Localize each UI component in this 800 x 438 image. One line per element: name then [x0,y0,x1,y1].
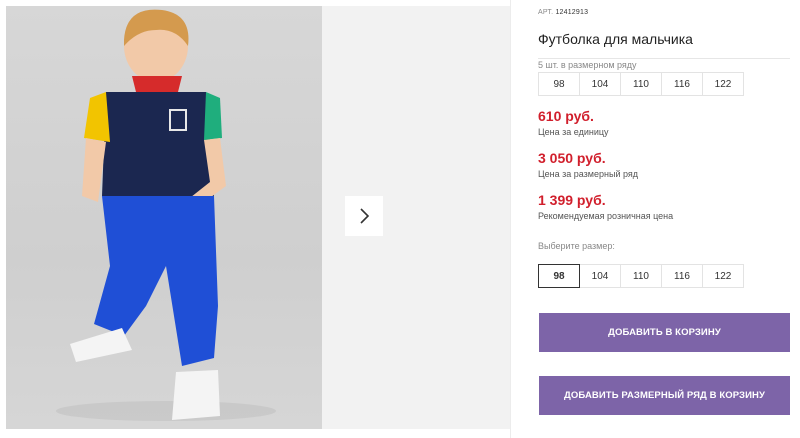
retail-price-note: Рекомендуемая розничная цена [538,211,674,221]
size-set-cell: 116 [661,72,703,96]
size-set-divider [538,58,790,59]
chevron-right-icon [360,208,370,224]
boy-model-image [56,9,276,421]
product-title: Футболка для мальчика [538,31,693,47]
size-selector: 98 104 110 116 122 [538,264,744,288]
size-set-label: 5 шт. в размерном ряду [538,60,637,70]
size-option-104[interactable]: 104 [579,264,621,288]
size-set-row: 98 104 110 116 122 [538,72,744,96]
product-info-panel: АРТ. 12412913 Футболка для мальчика 5 шт… [538,0,793,438]
add-to-cart-button[interactable]: ДОБАВИТЬ В КОРЗИНУ [539,313,790,352]
article-label: АРТ. [538,9,554,16]
add-set-to-cart-button[interactable]: ДОБАВИТЬ РАЗМЕРНЫЙ РЯД В КОРЗИНУ [539,376,790,415]
product-gallery [0,0,510,438]
article-number: АРТ. 12412913 [538,9,588,16]
size-option-110[interactable]: 110 [620,264,662,288]
gallery-next-button[interactable] [345,196,383,236]
article-value: 12412913 [555,9,589,16]
unit-price: 610 руб. [538,108,594,124]
size-option-116[interactable]: 116 [661,264,703,288]
panel-divider [510,0,511,438]
retail-price: 1 399 руб. [538,192,606,208]
size-set-cell: 104 [579,72,621,96]
size-set-cell: 122 [702,72,744,96]
product-photo [6,6,322,429]
unit-price-note: Цена за единицу [538,127,609,137]
size-option-122[interactable]: 122 [702,264,744,288]
size-set-cell: 110 [620,72,662,96]
size-option-98[interactable]: 98 [538,264,580,288]
choose-size-label: Выберите размер: [538,241,615,251]
set-price: 3 050 руб. [538,150,606,166]
set-price-note: Цена за размерный ряд [538,169,639,179]
size-set-cell: 98 [538,72,580,96]
